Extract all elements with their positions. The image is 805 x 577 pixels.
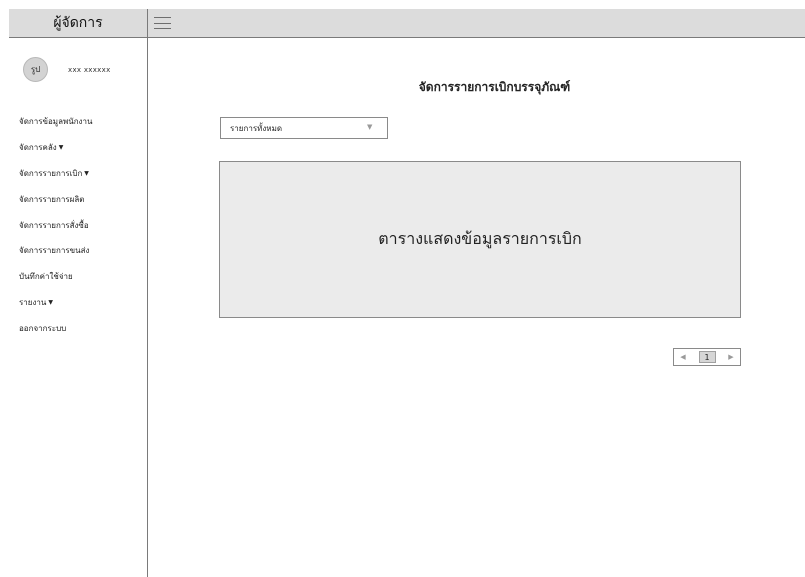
sidebar-item-logout[interactable]: ออกจากระบบ [19, 315, 94, 341]
next-page-icon[interactable]: ▶ [726, 353, 736, 361]
hamburger-line [154, 22, 171, 24]
caret-down-icon: ▼ [58, 144, 64, 152]
prev-page-icon[interactable]: ◀ [678, 353, 688, 361]
sidebar-item-label: รายงาน [19, 297, 47, 307]
sidebar-item-expenses[interactable]: บันทึกค่าใช้จ่าย [19, 264, 94, 290]
hamburger-line [154, 28, 171, 29]
requisition-table-placeholder: ตารางแสดงข้อมูลรายการเบิก [219, 161, 741, 318]
filter-selected-value: รายการทั้งหมด [230, 123, 283, 133]
sidebar-item-requisitions[interactable]: จัดการรายการเบิก ▼ [19, 161, 94, 187]
sidebar-menu: จัดการข้อมูลพนักงาน จัดการคลัง ▼ จัดการรา… [19, 109, 94, 341]
user-name: xxx xxxxxx [68, 65, 111, 74]
hamburger-line [154, 17, 171, 18]
hamburger-icon[interactable] [154, 17, 171, 29]
caret-down-icon: ▼ [84, 169, 89, 177]
sidebar-item-label: จัดการรายการผลิต [19, 194, 85, 204]
page-title: จัดการรายการเบิกบรรจุภัณฑ์ [418, 80, 571, 94]
sidebar-title: ผู้จัดการ [9, 9, 147, 38]
pagination: ◀ 1 ▶ [673, 348, 741, 366]
sidebar-item-label: จัดการคลัง [19, 143, 57, 153]
user-profile: รูป xxx xxxxxx [23, 57, 111, 82]
sidebar-item-label: ออกจากระบบ [19, 323, 67, 333]
filter-select[interactable]: รายการทั้งหมด ▼ [220, 117, 388, 139]
sidebar: ผู้จัดการ รูป xxx xxxxxx จัดการข้อมูลพนั… [9, 9, 148, 577]
sidebar-item-label: จัดการรายการสั่งซื้อ [19, 220, 89, 230]
sidebar-item-label: จัดการรายการเบิก [19, 168, 83, 178]
sidebar-item-employees[interactable]: จัดการข้อมูลพนักงาน [19, 109, 94, 135]
sidebar-item-reports[interactable]: รายงาน ▼ [19, 290, 94, 316]
chevron-down-icon: ▼ [367, 123, 373, 131]
sidebar-item-purchase-orders[interactable]: จัดการรายการสั่งซื้อ [19, 212, 94, 238]
sidebar-item-shipping[interactable]: จัดการรายการขนส่ง [19, 238, 94, 264]
sidebar-item-label: จัดการข้อมูลพนักงาน [19, 117, 93, 127]
sidebar-item-warehouse[interactable]: จัดการคลัง ▼ [19, 135, 94, 161]
top-bar [148, 9, 805, 38]
sidebar-item-production[interactable]: จัดการรายการผลิต [19, 186, 94, 212]
caret-down-icon: ▼ [48, 298, 53, 306]
avatar: รูป [23, 57, 48, 82]
sidebar-item-label: จัดการรายการขนส่ง [19, 246, 90, 256]
sidebar-item-label: บันทึกค่าใช้จ่าย [19, 272, 73, 282]
page-number-button[interactable]: 1 [698, 351, 716, 363]
